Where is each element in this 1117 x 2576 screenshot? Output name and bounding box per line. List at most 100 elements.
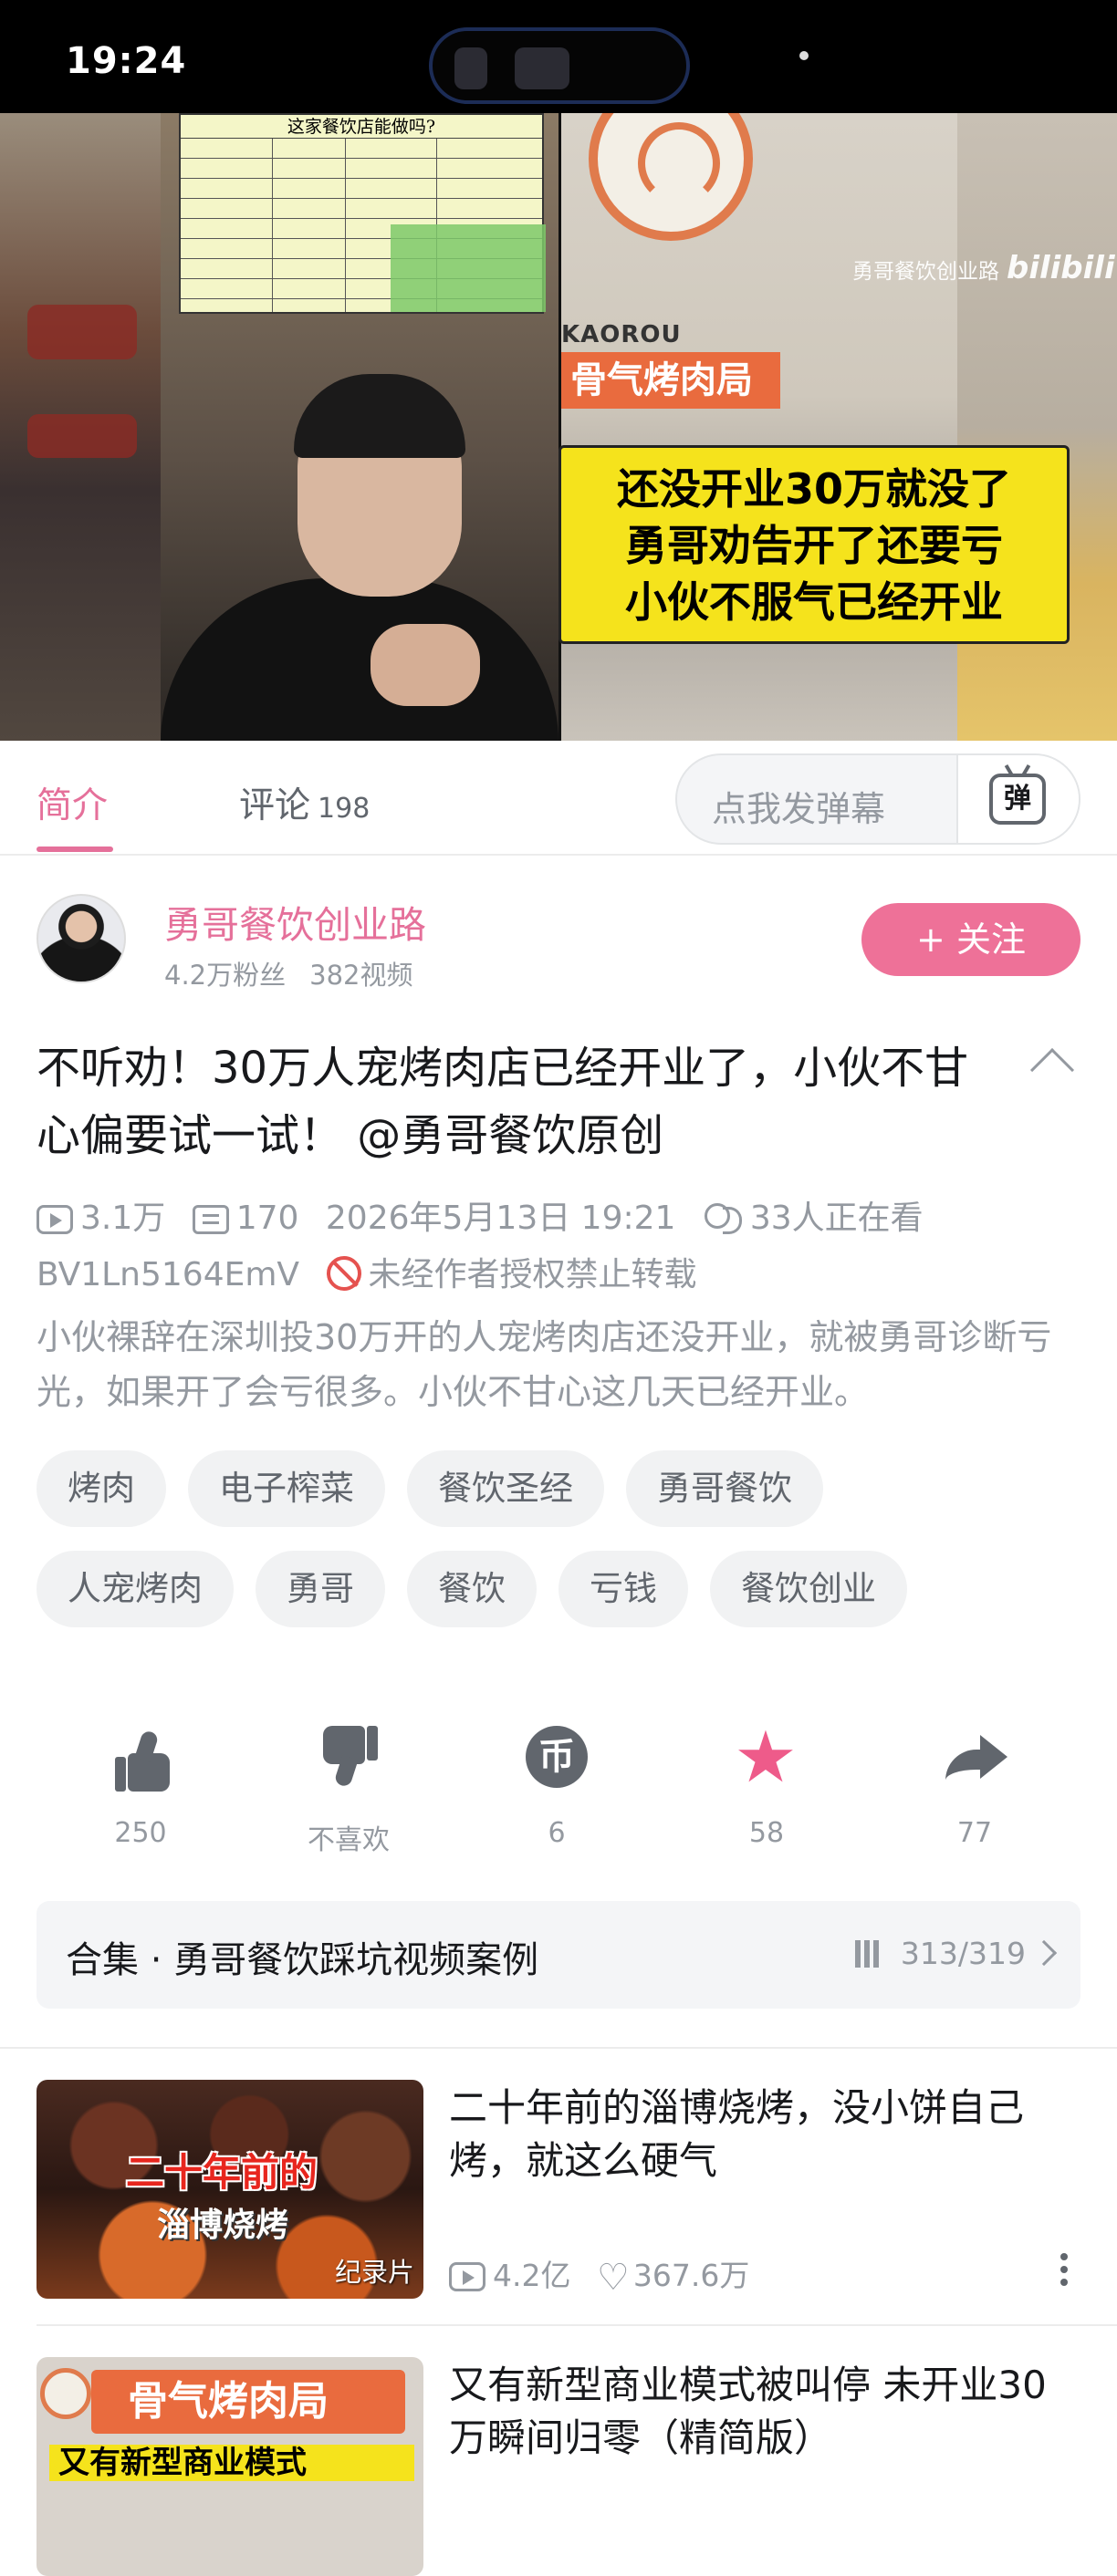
- favorite-count: 58: [748, 1817, 785, 1849]
- share-button[interactable]: 77: [911, 1722, 1039, 1849]
- tag[interactable]: 餐饮圣经: [407, 1450, 604, 1527]
- video-meta: 3.1万 170 2026年5月13日 19:21 33人正在看: [37, 1191, 924, 1239]
- video-player[interactable]: 这家餐饮店能做吗? KAOROU 骨气烤肉局 还没开业30万就没了 勇哥劝告开了…: [0, 113, 1117, 741]
- tag[interactable]: 电子榨菜: [188, 1450, 385, 1527]
- status-indicator: [799, 51, 809, 60]
- video-count: 382视频: [309, 960, 413, 991]
- watching-count: 33人正在看: [749, 1200, 924, 1237]
- divider: [0, 2047, 1117, 2049]
- coin-button[interactable]: 币 6: [493, 1722, 621, 1849]
- danmaku-toggle-button[interactable]: 弹: [956, 755, 1079, 843]
- no-repost-icon: [326, 1256, 361, 1291]
- danmaku-count: 170: [235, 1200, 299, 1237]
- video-thumbnail[interactable]: 骨气烤肉局 又有新型商业模式: [37, 2357, 423, 2576]
- dislike-label: 不喜欢: [308, 1824, 390, 1856]
- fans-count: 4.2万粉丝: [164, 960, 287, 991]
- tab-bar: 简介 评论 198 点我发弹幕 弹: [0, 741, 1117, 856]
- video-meta-2: BV1Ln5164EmV 未经作者授权禁止转载: [37, 1248, 697, 1295]
- tag[interactable]: 勇哥: [256, 1551, 385, 1627]
- category-badge: 纪录片: [334, 2257, 414, 2288]
- collapse-chevron-icon[interactable]: [1029, 1047, 1075, 1093]
- uploader-name[interactable]: 勇哥餐饮创业路: [164, 894, 426, 949]
- caption-line: 勇哥劝告开了还要亏: [625, 521, 1003, 570]
- tag[interactable]: 人宠烤肉: [37, 1551, 234, 1627]
- cost-table-image: 这家餐饮店能做吗?: [179, 113, 546, 314]
- tab-comments[interactable]: 评论 198: [239, 777, 370, 828]
- play-count-icon: [449, 2262, 485, 2291]
- playlist-icon: [854, 1940, 888, 1968]
- recommended-title[interactable]: 二十年前的淄博烧烤，没小饼自己烤，就这么硬气: [449, 2082, 1080, 2187]
- action-bar: 250 不喜欢 币 6 ★ 58 77: [0, 1722, 1117, 1856]
- view-count: 3.1万: [80, 1200, 166, 1237]
- tag[interactable]: 亏钱: [558, 1551, 688, 1627]
- danmaku-tv-icon: 弹: [989, 774, 1046, 825]
- dislike-button[interactable]: 不喜欢: [285, 1722, 412, 1857]
- video-watermark: 勇哥餐饮创业路 bilibili: [852, 250, 1115, 286]
- tag[interactable]: 勇哥餐饮: [626, 1450, 823, 1527]
- video-caption-overlay: 还没开业30万就没了 勇哥劝告开了还要亏 小伙不服气已经开业: [558, 445, 1070, 644]
- coin-count: 6: [548, 1817, 566, 1849]
- thumb-down-icon: [312, 1722, 385, 1795]
- copyright-notice: 未经作者授权禁止转载: [368, 1256, 697, 1293]
- tab-active-indicator: [37, 847, 113, 852]
- caption-line: 小伙不服气已经开业: [625, 577, 1003, 627]
- recommended-title[interactable]: 又有新型商业模式被叫停 未开业30万瞬间归零（精简版）: [449, 2359, 1080, 2465]
- shop-sign: 骨气烤肉局: [561, 352, 780, 409]
- like-button[interactable]: 250: [77, 1722, 204, 1849]
- video-blur-left: [0, 113, 161, 741]
- follow-button[interactable]: + 关注: [861, 903, 1080, 976]
- video-title: 不听劝！30万人宠烤肉店已经开业了，小伙不甘心偏要试一试！ @勇哥餐饮原创: [37, 1043, 969, 1161]
- collection-label: 合集 · 勇哥餐饮踩坑视频案例: [66, 1939, 539, 1981]
- thumb-caption: 又有新型商业模式: [49, 2445, 414, 2481]
- tag-row: 烤肉 电子榨菜 餐饮圣经 勇哥餐饮: [37, 1450, 845, 1527]
- favorite-button[interactable]: ★ 58: [703, 1722, 830, 1849]
- danmaku-count-icon: [192, 1205, 229, 1234]
- uploader-row: 勇哥餐饮创业路 4.2万粉丝 382视频 + 关注: [37, 894, 1080, 992]
- coin-icon: 币: [520, 1722, 593, 1795]
- recommended-meta: 4.2亿 ♡ 367.6万: [449, 2251, 749, 2299]
- collection-bar[interactable]: 合集 · 勇哥餐饮踩坑视频案例 313/319: [37, 1901, 1080, 2009]
- danmaku-placeholder: 点我发弹幕: [712, 789, 886, 829]
- thumb-up-icon: [104, 1722, 177, 1795]
- avatar[interactable]: [37, 894, 126, 983]
- danmaku-input[interactable]: 点我发弹幕 弹: [675, 753, 1080, 845]
- tag[interactable]: 烤肉: [37, 1450, 166, 1527]
- share-count: 77: [956, 1817, 993, 1849]
- bvid[interactable]: BV1Ln5164EmV: [37, 1256, 299, 1293]
- bilibili-logo: bilibili: [1007, 250, 1115, 286]
- tag[interactable]: 餐饮: [407, 1551, 537, 1627]
- status-time: 19:24: [66, 40, 187, 82]
- recommended-video[interactable]: 骨气烤肉局 又有新型商业模式 又有新型商业模式被叫停 未开业30万瞬间归零（精简…: [37, 2357, 1080, 2576]
- watching-icon: [703, 1203, 743, 1234]
- thumb-caption: 淄博烧烤: [157, 2207, 289, 2244]
- collection-progress: 313/319: [854, 1936, 1058, 1971]
- uploader-stats: 4.2万粉丝 382视频: [164, 954, 412, 992]
- camera-island: [429, 27, 690, 104]
- shop-sign-en: KAOROU: [561, 321, 682, 348]
- tag[interactable]: 餐饮创业: [710, 1551, 907, 1627]
- recommended-video[interactable]: 二十年前的 淄博烧烤 纪录片 二十年前的淄博烧烤，没小饼自己烤，就这么硬气 4.…: [37, 2080, 1080, 2299]
- divider: [37, 2324, 1117, 2326]
- comments-count: 198: [318, 793, 371, 825]
- video-thumbnail[interactable]: 二十年前的 淄博烧烤 纪录片: [37, 2080, 423, 2299]
- tab-comments-label: 评论: [239, 785, 311, 826]
- thumb-sign: 骨气烤肉局: [91, 2370, 405, 2434]
- view-count: 4.2亿: [493, 2258, 571, 2293]
- heart-icon: ♡: [596, 2257, 630, 2299]
- more-options-icon[interactable]: [1060, 2253, 1068, 2260]
- star-icon: ★: [734, 1717, 798, 1799]
- cost-table-title: 这家餐饮店能做吗?: [181, 115, 542, 139]
- chevron-right-icon: [1030, 1939, 1058, 1967]
- status-bar: 19:24: [0, 0, 1117, 113]
- caption-line: 还没开业30万就没了: [616, 464, 1011, 514]
- like-count: 250: [114, 1817, 167, 1849]
- video-blur-right: [957, 113, 1117, 741]
- play-count-icon: [37, 1205, 73, 1234]
- publish-date: 2026年5月13日 19:21: [325, 1200, 676, 1237]
- shop-logo: [589, 113, 753, 241]
- video-description: 小伙裸辞在深圳投30万开的人宠烤肉店还没开业，就被勇哥诊断亏光，如果开了会亏很多…: [37, 1317, 1052, 1412]
- tab-intro[interactable]: 简介: [37, 777, 108, 828]
- video-shop-panel: KAOROU 骨气烤肉局: [561, 113, 957, 741]
- shop-logo: [40, 2368, 91, 2419]
- tag-row: 人宠烤肉 勇哥 餐饮 亏钱 餐饮创业: [37, 1551, 929, 1627]
